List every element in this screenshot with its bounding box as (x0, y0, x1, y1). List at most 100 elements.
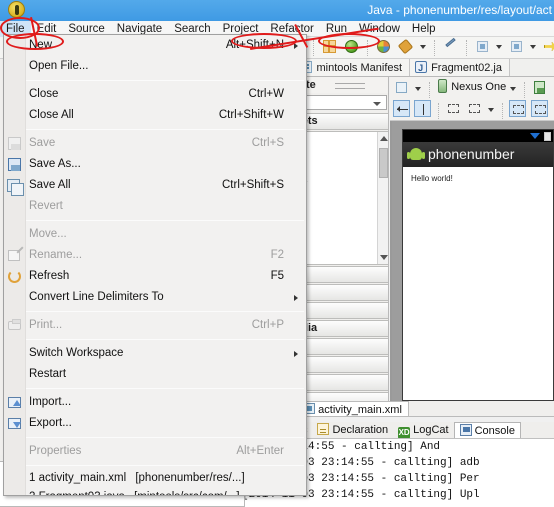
chevron-right-icon (294, 43, 298, 49)
new-android-project-icon[interactable] (343, 38, 360, 55)
debug-icon[interactable] (442, 37, 459, 55)
toolbar-separator (433, 40, 435, 56)
menu-item-accelerator: F2 (270, 249, 284, 261)
menu-item-accelerator: Ctrl+Shift+W (218, 109, 284, 121)
scrollbar-thumb[interactable] (379, 148, 388, 178)
menu-item-accelerator: Ctrl+W (248, 88, 284, 100)
save-config-icon[interactable] (531, 79, 548, 96)
menu-item-accelerator: Alt+Shift+N (225, 39, 284, 51)
menu-item-refresh[interactable]: Refresh F5 (4, 266, 306, 287)
menu-separator (4, 220, 304, 221)
window-title: Java - phonenumber/res/layout/act (367, 3, 552, 17)
menu-item-save-as[interactable]: Save As... (4, 154, 306, 175)
menu-item-restart[interactable]: Restart (4, 364, 306, 385)
menu-item-properties: Properties Alt+Enter (4, 441, 306, 462)
menu-item-convert-line-delimiters-to[interactable]: Convert Line Delimiters To (4, 287, 306, 308)
refresh-icon (7, 269, 22, 284)
menu-item-label: Save As... (29, 158, 81, 170)
menu-item-label: Move... (29, 228, 67, 240)
menu-item-save-all[interactable]: Save All Ctrl+Shift+S (4, 175, 306, 196)
battery-icon (544, 132, 551, 141)
menu-item-label: Close All (29, 109, 74, 121)
menu-item-close-all[interactable]: Close All Ctrl+Shift+W (4, 105, 306, 126)
new-wizard-icon[interactable] (321, 38, 338, 55)
tab-logcat[interactable]: XD LogCat (393, 422, 453, 438)
menu-separator (4, 388, 304, 389)
show-outline-icon[interactable] (445, 100, 462, 117)
back-icon[interactable] (542, 38, 554, 55)
config-icon[interactable] (393, 79, 410, 96)
menu-separator (4, 465, 304, 466)
save-all-icon (7, 178, 24, 196)
toolbar-separator (367, 40, 369, 56)
recent-file-path: [phonenumber/res/...] (135, 472, 245, 484)
menubar-item-run[interactable]: Run (320, 21, 353, 37)
export-icon (7, 416, 22, 431)
scroll-down-arrow-icon[interactable] (380, 255, 388, 260)
external-tools-dropdown-arrow[interactable] (495, 38, 504, 55)
phone-action-bar: phonenumber (403, 142, 553, 167)
margins-dropdown-arrow[interactable] (487, 101, 496, 118)
distribute-icon[interactable] (509, 100, 527, 117)
fit-height-icon[interactable] (414, 100, 432, 117)
show-margins-icon[interactable] (466, 100, 483, 117)
menu-item-label: Save All (29, 179, 71, 191)
menu-item-accelerator: Ctrl+S (251, 137, 284, 149)
toolbar-separator (502, 103, 504, 119)
menu-item-import[interactable]: Import... (4, 392, 306, 413)
rename-icon (7, 248, 22, 263)
toolbar-separator (429, 82, 431, 98)
tab-declaration[interactable]: Declaration (312, 422, 393, 438)
phone-icon (438, 79, 448, 93)
menu-item-new[interactable]: New Alt+Shift+N (4, 35, 306, 56)
menu-item-move: Move... (4, 224, 306, 245)
menubar-item-window[interactable]: Window (353, 21, 406, 37)
palette-scrollbar[interactable] (377, 132, 388, 264)
config-dropdown-arrow[interactable] (414, 80, 423, 97)
editor-tab-label: Fragment02.ja (431, 62, 502, 74)
menu-item-recent-file-1[interactable]: 1 activity_main.xml [phonenumber/res/...… (4, 469, 306, 488)
menu-item-switch-workspace[interactable]: Switch Workspace (4, 343, 306, 364)
device-name: Nexus One (451, 81, 507, 93)
menu-item-open-file[interactable]: Open File... (4, 56, 306, 77)
scroll-up-arrow-icon[interactable] (380, 136, 388, 141)
file-menu-popup[interactable]: New Alt+Shift+N Open File... Close Ctrl+… (3, 34, 307, 496)
menu-item-label: Switch Workspace (29, 347, 124, 359)
layout-editor-toolbar[interactable]: Nexus One (390, 77, 554, 121)
open-resource-icon[interactable] (375, 38, 392, 55)
tab-label: Declaration (332, 424, 389, 436)
external-tools-icon[interactable] (474, 38, 491, 55)
eclipse-icon (8, 1, 25, 18)
fit-width-icon[interactable] (393, 100, 410, 117)
build-dropdown-arrow[interactable] (419, 38, 428, 55)
menubar-item-help[interactable]: Help (406, 21, 442, 37)
menu-item-export[interactable]: Export... (4, 413, 306, 434)
phone-preview[interactable]: phonenumber Hello world! (402, 129, 554, 401)
menu-item-label: Properties (29, 445, 82, 457)
layout-preview-canvas[interactable]: phonenumber Hello world! (390, 121, 554, 401)
menu-separator (4, 311, 304, 312)
console-icon (459, 424, 472, 436)
menu-item-recent-file-2[interactable]: 2 Fragment03.java [mintools/src/com/...] (4, 488, 306, 495)
phone-content-area[interactable]: Hello world! (403, 167, 553, 400)
save-as-icon (7, 157, 22, 172)
menu-item-label: Save (29, 137, 56, 149)
device-dropdown-arrow[interactable] (509, 80, 518, 97)
device-selector[interactable]: Nexus One (436, 79, 506, 96)
phone-status-bar (403, 130, 553, 142)
run-dropdown-arrow[interactable] (529, 38, 538, 55)
build-icon[interactable] (397, 38, 414, 55)
declaration-icon (317, 423, 330, 435)
run-icon[interactable] (508, 38, 525, 55)
save-icon (7, 136, 22, 151)
tab-console[interactable]: Console (453, 422, 521, 438)
layout-toolbar-row-1[interactable]: Nexus One (390, 77, 554, 98)
recent-file-name: 1 activity_main.xml (29, 472, 127, 484)
recent-file-path: [mintools/src/com/...] (134, 491, 239, 495)
editor-tab-mintools-manifest[interactable]: mintools Manifest (295, 59, 411, 76)
layout-toolbar-row-2[interactable] (390, 98, 554, 119)
editor-tab-fragment02-java[interactable]: Fragment02.ja (410, 59, 510, 76)
menu-item-close[interactable]: Close Ctrl+W (4, 84, 306, 105)
tab-activity-main-xml[interactable]: activity_main.xml (297, 401, 409, 416)
zoom-fit-icon[interactable] (530, 100, 548, 117)
